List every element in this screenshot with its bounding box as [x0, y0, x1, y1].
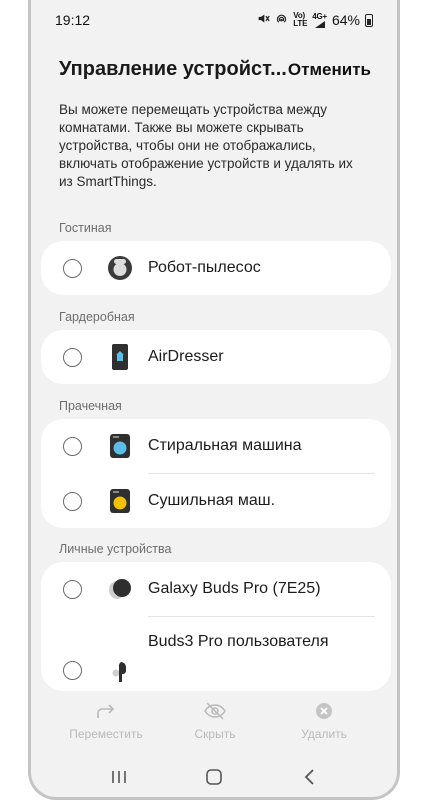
home-icon — [206, 769, 222, 785]
volte-indicator: Vo) LTE — [293, 12, 307, 28]
system-nav-bar — [31, 762, 397, 792]
page-header: Управление устройст... Отменить — [59, 58, 371, 81]
dryer-icon — [105, 486, 135, 516]
section-label-living-room: Гостиная — [59, 221, 112, 235]
device-label: AirDresser — [148, 348, 224, 365]
hide-label: Скрыть — [194, 727, 236, 741]
select-radio[interactable] — [63, 258, 82, 278]
bottom-action-bar: Переместить Скрыть Удалить — [31, 700, 397, 741]
earbud-icon — [105, 655, 135, 685]
remove-label: Удалить — [301, 727, 347, 741]
buds-case-icon — [105, 574, 135, 604]
remove-button[interactable]: Удалить — [279, 700, 369, 741]
washer-icon — [105, 431, 135, 461]
airdresser-icon — [105, 342, 135, 372]
page-title: Управление устройст... — [59, 58, 287, 80]
recent-apps-icon — [111, 771, 126, 783]
mute-icon — [257, 12, 271, 28]
select-radio[interactable] — [63, 436, 82, 456]
device-label: Стиральная машина — [148, 437, 302, 454]
move-button[interactable]: Переместить — [61, 700, 151, 741]
network-gen-text: 4G+ — [312, 11, 327, 21]
select-radio[interactable] — [63, 579, 82, 599]
back-button[interactable] — [289, 762, 329, 792]
select-radio[interactable] — [63, 347, 82, 367]
device-label: Buds3 Pro пользователя — [148, 633, 329, 650]
hotspot-icon — [275, 12, 288, 28]
hide-icon — [204, 700, 226, 722]
device-row-washer[interactable]: Стиральная машина — [41, 419, 391, 473]
section-label-personal-devices: Личные устройства — [59, 542, 172, 556]
volte-bottom-text: LTE — [293, 19, 308, 28]
device-row-robot-vacuum[interactable]: Робот-пылесос — [41, 241, 391, 295]
card-laundry: Стиральная машина Сушильная маш. — [41, 419, 391, 528]
hide-button[interactable]: Скрыть — [170, 700, 260, 741]
section-label-dressing-room: Гардеробная — [59, 310, 135, 324]
signal-icon — [314, 20, 325, 28]
select-radio[interactable] — [63, 491, 82, 511]
cancel-button[interactable]: Отменить — [288, 60, 371, 80]
home-button[interactable] — [194, 762, 234, 792]
card-dressing-room: AirDresser — [41, 330, 391, 384]
status-time: 19:12 — [55, 12, 91, 28]
page-description: Вы можете перемещать устройства между ко… — [59, 102, 353, 189]
robot-vacuum-icon — [105, 253, 135, 283]
select-radio[interactable] — [63, 661, 82, 680]
device-row-buds3-pro[interactable]: Buds3 Pro пользователя — [41, 617, 391, 691]
device-label: Galaxy Buds Pro (7E25) — [148, 580, 321, 597]
recent-apps-button[interactable] — [99, 762, 139, 792]
section-label-laundry: Прачечная — [59, 399, 122, 413]
device-label: Сушильная маш. — [148, 492, 276, 509]
status-bar: 19:12 Vo) LTE 4G+ 64% — [31, 0, 397, 40]
move-icon — [96, 700, 116, 722]
battery-percent: 64% — [331, 12, 360, 28]
device-row-dryer[interactable]: Сушильная маш. — [41, 474, 391, 528]
device-label: Робот-пылесос — [148, 259, 261, 276]
card-personal-devices: Galaxy Buds Pro (7E25) Buds3 Pro пользов… — [41, 562, 391, 691]
card-living-room: Робот-пылесос — [41, 241, 391, 295]
move-label: Переместить — [69, 727, 143, 741]
network-gen-indicator: 4G+ — [312, 11, 327, 28]
status-icons: Vo) LTE 4G+ 64% — [257, 12, 373, 28]
device-row-galaxy-buds[interactable]: Galaxy Buds Pro (7E25) — [41, 562, 391, 616]
back-icon — [305, 769, 314, 785]
phone-screen: 19:12 Vo) LTE 4G+ 64% Управление устройс… — [28, 0, 400, 800]
device-row-airdresser[interactable]: AirDresser — [41, 330, 391, 384]
remove-icon — [315, 700, 333, 722]
battery-icon — [365, 13, 373, 27]
